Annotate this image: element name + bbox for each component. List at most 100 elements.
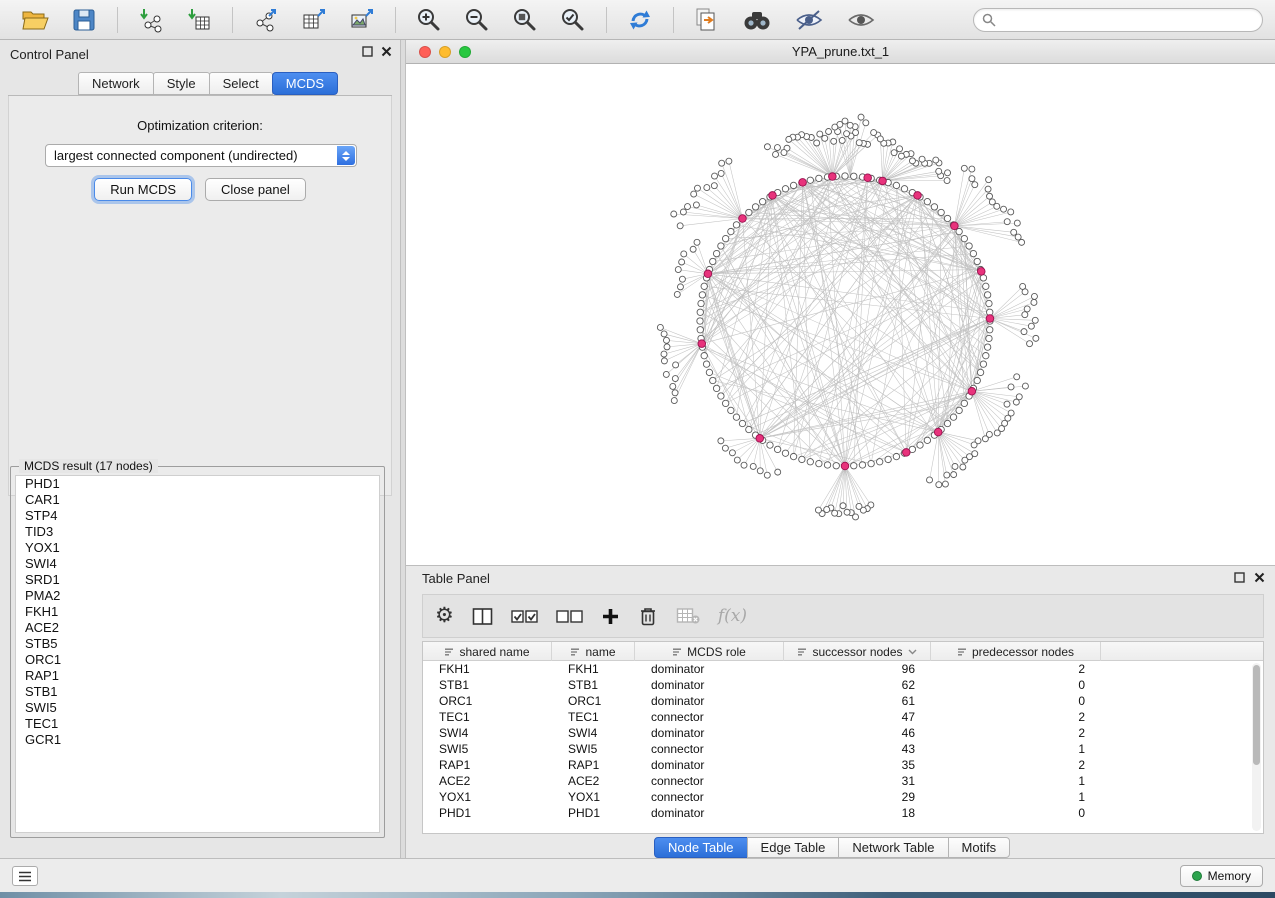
table-row[interactable]: YOX1YOX1connector291 (423, 789, 1263, 805)
table-toolbar: ⚙ f(x) (422, 594, 1264, 638)
copy-document-button[interactable] (690, 5, 724, 35)
tab-node-table[interactable]: Node Table (654, 837, 748, 858)
column-header-MCDS-role[interactable]: MCDS role (635, 642, 784, 661)
trash-icon (638, 606, 658, 627)
column-header-name[interactable]: name (552, 642, 635, 661)
desktop-background-strip (0, 892, 1275, 898)
float-table-panel-icon[interactable] (1234, 572, 1245, 583)
select-all-columns-button[interactable] (511, 609, 538, 624)
import-table-button[interactable] (182, 5, 216, 35)
search-icon (982, 13, 996, 27)
show-columns-button[interactable] (472, 607, 493, 626)
export-network-button[interactable] (249, 5, 283, 35)
hide-details-button[interactable] (790, 5, 828, 35)
mcds-result-item[interactable]: STB5 (16, 636, 379, 652)
memory-button[interactable]: Memory (1180, 865, 1263, 887)
deselect-all-columns-button[interactable] (556, 609, 583, 624)
panel-menu-button[interactable] (12, 866, 38, 886)
mcds-result-item[interactable]: TEC1 (16, 716, 379, 732)
table-scrollbar[interactable] (1252, 663, 1261, 831)
mcds-result-item[interactable]: STP4 (16, 508, 379, 524)
cell-name: SWI4 (552, 725, 635, 741)
table-row[interactable]: SWI4SWI4dominator462 (423, 725, 1263, 741)
search-input[interactable] (1002, 13, 1254, 27)
tab-network[interactable]: Network (78, 72, 154, 95)
export-table-button[interactable] (297, 5, 331, 35)
delete-column-button[interactable] (638, 606, 658, 627)
cell-MCDS-role: connector (635, 741, 784, 757)
float-panel-icon[interactable] (362, 46, 373, 57)
mcds-result-item[interactable]: SRD1 (16, 572, 379, 588)
table-settings-button[interactable]: ⚙ (435, 606, 454, 626)
zoom-in-button[interactable] (412, 5, 446, 35)
tab-mcds[interactable]: MCDS (272, 72, 338, 95)
mcds-result-item[interactable]: ACE2 (16, 620, 379, 636)
menu-icon (18, 871, 32, 882)
mcds-result-item[interactable]: YOX1 (16, 540, 379, 556)
mcds-result-item[interactable]: TID3 (16, 524, 379, 540)
sort-icon (797, 647, 807, 657)
mcds-result-item[interactable]: SWI4 (16, 556, 379, 572)
refresh-view-button[interactable] (623, 5, 657, 35)
cell-MCDS-role: dominator (635, 725, 784, 741)
close-table-panel-icon[interactable] (1254, 572, 1265, 583)
table-row[interactable]: STB1STB1dominator620 (423, 677, 1263, 693)
delete-table-button[interactable] (676, 607, 700, 625)
table-row[interactable]: ORC1ORC1dominator610 (423, 693, 1263, 709)
mcds-result-item[interactable]: STB1 (16, 684, 379, 700)
zoom-fit-button[interactable] (508, 5, 542, 35)
save-session-button[interactable] (67, 5, 101, 35)
column-header-successor-nodes[interactable]: successor nodes (784, 642, 931, 661)
mcds-result-item[interactable]: SWI5 (16, 700, 379, 716)
tab-select[interactable]: Select (209, 72, 273, 95)
zoom-out-button[interactable] (460, 5, 494, 35)
network-graph[interactable] (406, 64, 1275, 565)
sort-icon (672, 647, 682, 657)
cell-successor-nodes: 62 (784, 677, 931, 693)
import-network-button[interactable] (134, 5, 168, 35)
network-view[interactable] (406, 64, 1275, 565)
mcds-result-item[interactable]: ORC1 (16, 652, 379, 668)
column-header-shared-name[interactable]: shared name (423, 642, 552, 661)
criterion-select[interactable]: largest connected component (undirected) (45, 144, 357, 167)
mcds-result-item[interactable]: PMA2 (16, 588, 379, 604)
table-row[interactable]: ACE2ACE2connector311 (423, 773, 1263, 789)
run-mcds-button[interactable]: Run MCDS (94, 178, 192, 201)
open-file-button[interactable] (17, 5, 53, 35)
mcds-result-item[interactable]: RAP1 (16, 668, 379, 684)
table-row[interactable]: TEC1TEC1connector472 (423, 709, 1263, 725)
mcds-result-item[interactable]: GCR1 (16, 732, 379, 748)
table-row[interactable]: PHD1PHD1dominator180 (423, 805, 1263, 821)
add-column-button[interactable] (601, 607, 620, 626)
scrollbar-thumb[interactable] (1253, 665, 1260, 765)
zoom-selected-button[interactable] (556, 5, 590, 35)
search-network-button[interactable] (738, 5, 776, 35)
table-row[interactable]: SWI5SWI5connector431 (423, 741, 1263, 757)
export-image-button[interactable] (345, 5, 379, 35)
cell-MCDS-role: dominator (635, 757, 784, 773)
search-field[interactable] (973, 8, 1263, 32)
unchecked-boxes-icon (556, 609, 583, 624)
table-row[interactable]: RAP1RAP1dominator352 (423, 757, 1263, 773)
close-panel-button[interactable]: Close panel (205, 178, 306, 201)
mcds-result-item[interactable]: FKH1 (16, 604, 379, 620)
node-table: shared namenameMCDS rolesuccessor nodes … (422, 641, 1264, 834)
column-header-predecessor-nodes[interactable]: predecessor nodes (931, 642, 1101, 661)
tab-style[interactable]: Style (153, 72, 210, 95)
tab-edge-table[interactable]: Edge Table (747, 837, 840, 858)
mcds-result-item[interactable]: CAR1 (16, 492, 379, 508)
show-details-button[interactable] (842, 5, 880, 35)
cell-MCDS-role: dominator (635, 805, 784, 821)
mcds-result-item[interactable]: PHD1 (16, 476, 379, 492)
mcds-result-groupbox: MCDS result (17 nodes) PHD1CAR1STP4TID3Y… (10, 466, 385, 838)
tab-motifs[interactable]: Motifs (948, 837, 1011, 858)
close-panel-icon[interactable] (381, 46, 392, 57)
cell-predecessor-nodes: 2 (931, 709, 1101, 725)
function-builder-button[interactable]: f(x) (718, 606, 747, 626)
table-row[interactable]: FKH1FKH1dominator962 (423, 661, 1263, 677)
toolbar-separator (117, 7, 118, 33)
tab-network-table[interactable]: Network Table (838, 837, 948, 858)
cell-MCDS-role: dominator (635, 693, 784, 709)
chevron-down-icon (908, 649, 917, 655)
cell-predecessor-nodes: 0 (931, 805, 1101, 821)
